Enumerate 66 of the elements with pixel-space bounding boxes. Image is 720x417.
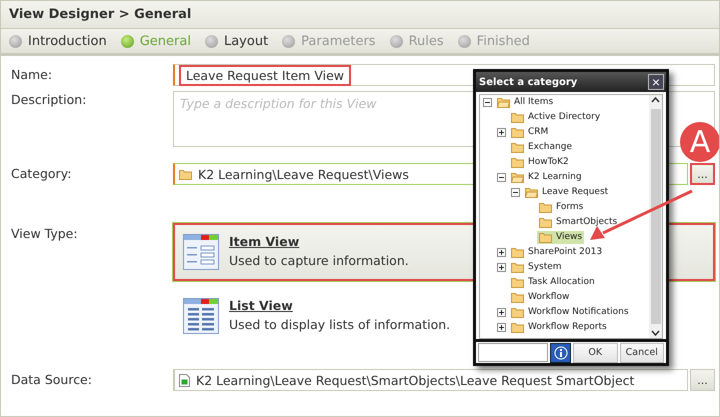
tree-item[interactable]: Forms (537, 201, 586, 214)
search-field[interactable] (478, 343, 548, 362)
tree-item[interactable]: System (509, 261, 564, 274)
option-description: Used to capture information. (229, 253, 409, 268)
scroll-up-icon[interactable] (651, 97, 660, 103)
folder-icon (511, 112, 524, 123)
document-icon (179, 374, 190, 386)
dialog-button[interactable]: OK (573, 342, 618, 362)
folder-icon (511, 292, 524, 303)
dialog-title: Select a category (479, 76, 578, 88)
tree-item[interactable]: Workflow Notifications (509, 306, 631, 319)
folder-icon (511, 322, 524, 333)
info-button[interactable] (550, 342, 571, 362)
item-view-icon (183, 234, 219, 270)
folder-icon (511, 307, 524, 318)
expand-icon[interactable] (497, 323, 506, 332)
step-tab[interactable]: Introduction (9, 34, 107, 48)
tree-item[interactable]: Leave Request (523, 186, 610, 199)
tree-item[interactable]: Workflow (509, 291, 572, 304)
expand-icon[interactable] (497, 128, 506, 137)
folder-icon (497, 97, 510, 108)
dialog-button[interactable]: Cancel (620, 342, 664, 362)
folder-icon (511, 172, 524, 183)
close-button[interactable]: × (648, 74, 664, 90)
expand-icon[interactable] (497, 308, 506, 317)
field-label: View Type: (11, 225, 79, 243)
option-title: Item View (229, 234, 300, 249)
tree-item[interactable]: Active Directory (509, 111, 602, 124)
folder-icon (179, 168, 192, 180)
collapse-icon[interactable] (497, 173, 506, 182)
folder-icon (539, 202, 552, 213)
scrollbar-thumb[interactable] (650, 109, 660, 324)
view-type-option[interactable]: List View Used to display lists of information. (173, 287, 460, 345)
scroll-down-icon[interactable] (651, 330, 660, 336)
folder-icon (539, 217, 552, 228)
option-description: Used to display lists of information. (229, 317, 450, 332)
step-tab[interactable]: Layout (204, 34, 268, 48)
data-source-field[interactable]: K2 Learning\Leave Request\SmartObjects\Leave Request SmartObject (173, 369, 688, 391)
folder-icon (511, 262, 524, 273)
tree-item[interactable]: All Items (495, 96, 556, 109)
callout-marker: A (680, 122, 719, 162)
option-title: List View (229, 298, 294, 313)
tree-item[interactable]: K2 Learning (509, 171, 584, 184)
field-label: Category: (11, 165, 72, 183)
folder-icon (525, 187, 538, 198)
folder-icon (511, 127, 524, 138)
header-title: View Designer > General (9, 7, 192, 22)
field-label: Description: (11, 91, 88, 109)
folder-icon (511, 157, 524, 168)
expand-icon[interactable] (497, 263, 506, 272)
field-label: Data Source: (11, 371, 93, 389)
folder-icon (511, 277, 524, 288)
folder-icon (511, 247, 524, 258)
tree-item[interactable]: SharePoint 2013 (509, 246, 604, 259)
collapse-icon[interactable] (511, 188, 520, 197)
expand-icon[interactable] (497, 248, 506, 257)
field-label: Name: (11, 66, 54, 84)
folder-icon (539, 232, 552, 243)
list-view-icon (183, 298, 219, 334)
tree-item[interactable]: Views (537, 231, 584, 244)
browse-button[interactable]: ... (690, 369, 715, 391)
folder-icon (511, 142, 524, 153)
browse-button[interactable]: ... (690, 163, 715, 185)
tree-item[interactable]: CRM (509, 126, 550, 139)
collapse-icon[interactable] (483, 98, 492, 107)
tree-item[interactable]: Workflow Reports (509, 321, 609, 334)
